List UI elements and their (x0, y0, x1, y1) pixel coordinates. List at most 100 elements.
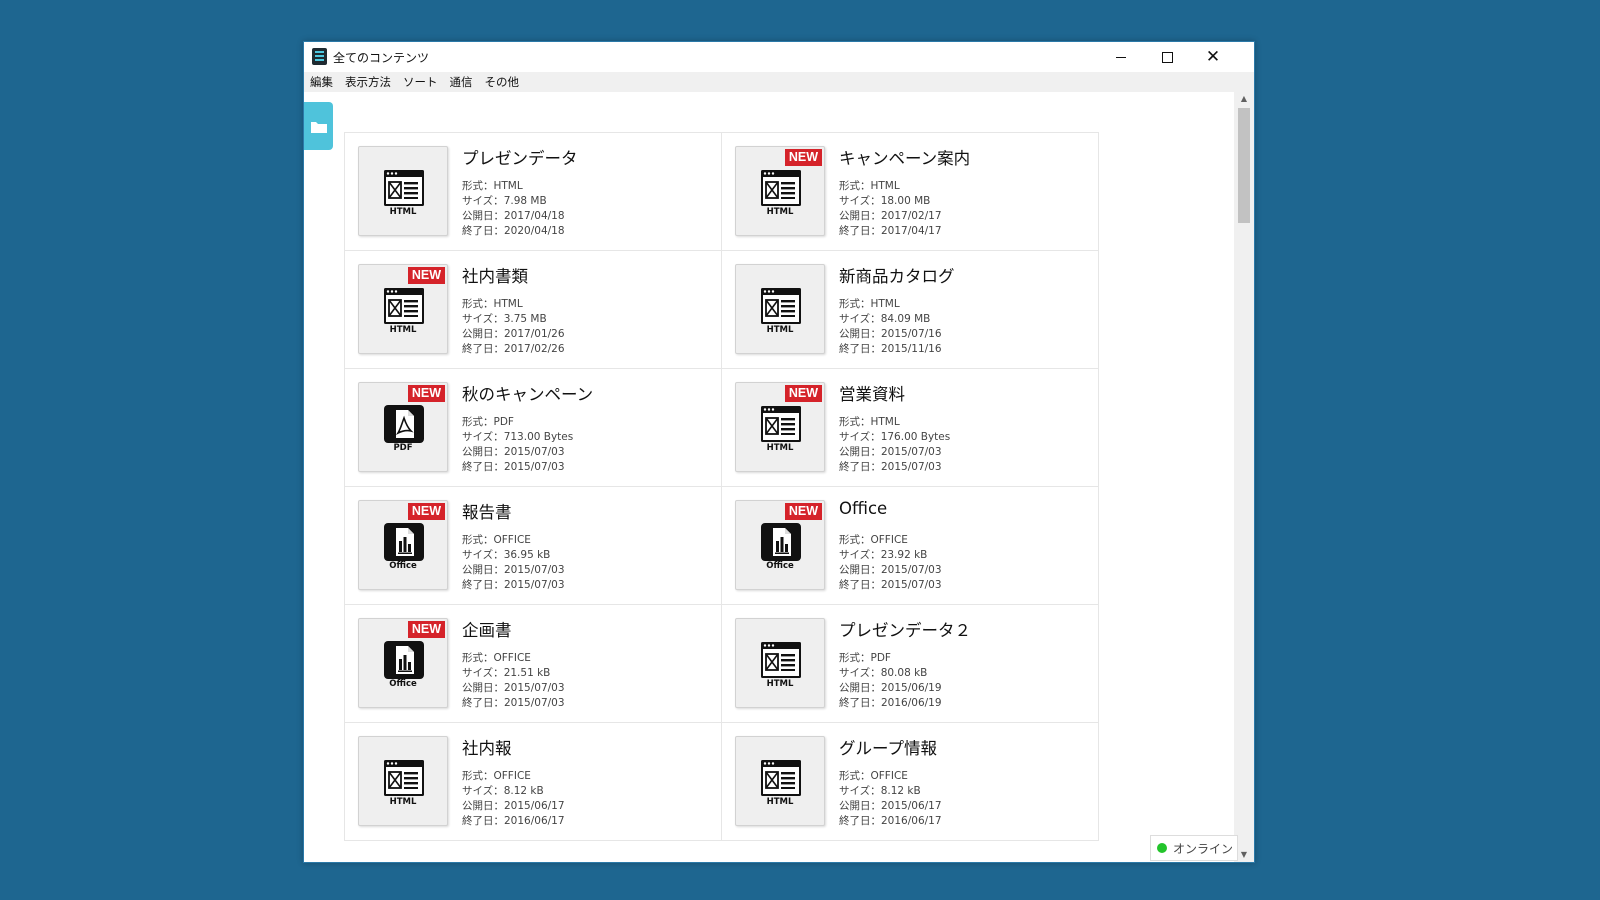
menu-bar: 編集 表示方法 ソート 通信 その他 (304, 72, 1254, 92)
content-thumbnail[interactable]: HTML NEW (735, 382, 825, 472)
published-label: 公開日： (839, 564, 881, 576)
file-type-label: HTML (389, 797, 417, 807)
new-badge: NEW (784, 149, 822, 166)
content-card-3[interactable]: HTML NEW 社内書類 形式：HTML サイズ：3.75 MB 公開日：20… (345, 251, 722, 369)
connection-status: オンライン (1150, 835, 1238, 861)
content-size: サイズ：8.12 kB (462, 783, 544, 798)
content-published-date: 公開日：2015/06/19 (839, 680, 942, 695)
content-card-11[interactable]: HTML 社内報 形式：OFFICE サイズ：8.12 kB 公開日：2015/… (345, 723, 722, 841)
size-label: サイズ： (839, 549, 881, 561)
published-value: 2017/01/26 (504, 328, 565, 340)
file-type-label: PDF (393, 443, 413, 453)
content-format: 形式：OFFICE (839, 768, 908, 783)
size-value: 84.09 MB (880, 313, 931, 325)
content-format: 形式：HTML (839, 178, 900, 193)
menu-communication[interactable]: 通信 (450, 74, 473, 90)
published-label: 公開日： (462, 328, 504, 340)
content-end-date: 終了日：2020/04/18 (462, 223, 565, 238)
published-value: 2015/07/03 (504, 446, 565, 458)
content-published-date: 公開日：2015/06/17 (462, 798, 565, 813)
html-page-icon (760, 759, 802, 797)
content-card-10[interactable]: HTML プレゼンデータ２ 形式：PDF サイズ：80.08 kB 公開日：20… (722, 605, 1099, 723)
ended-value: 2015/07/03 (504, 579, 565, 591)
content-thumbnail[interactable]: HTML NEW (735, 146, 825, 236)
minimize-button[interactable] (1098, 42, 1144, 72)
format-value: HTML (493, 180, 523, 192)
published-value: 2015/06/19 (881, 682, 942, 694)
size-label: サイズ： (462, 667, 504, 679)
content-card-2[interactable]: HTML NEW キャンペーン案内 形式：HTML サイズ：18.00 MB 公… (722, 133, 1099, 251)
size-label: サイズ： (462, 549, 504, 561)
menu-view[interactable]: 表示方法 (345, 74, 391, 90)
content-thumbnail[interactable]: Office NEW (735, 500, 825, 590)
content-card-7[interactable]: Office NEW 報告書 形式：OFFICE サイズ：36.95 kB 公開… (345, 487, 722, 605)
content-title: キャンペーン案内 (839, 149, 971, 168)
office-file-icon (383, 641, 425, 679)
content-card-1[interactable]: HTML プレゼンデータ 形式：HTML サイズ：7.98 MB 公開日：201… (345, 133, 722, 251)
format-label: 形式： (462, 652, 494, 664)
content-size: サイズ：8.12 kB (839, 783, 921, 798)
size-value: 8.12 kB (503, 785, 544, 797)
content-end-date: 終了日：2015/07/03 (462, 577, 565, 592)
content-title: プレゼンデータ (462, 149, 578, 168)
format-label: 形式： (839, 298, 871, 310)
content-published-date: 公開日：2015/07/16 (839, 326, 942, 341)
content-thumbnail[interactable]: HTML (735, 264, 825, 354)
content-thumbnail[interactable]: HTML NEW (358, 264, 448, 354)
content-end-date: 終了日：2016/06/17 (839, 813, 942, 828)
content-card-12[interactable]: HTML グループ情報 形式：OFFICE サイズ：8.12 kB 公開日：20… (722, 723, 1099, 841)
size-label: サイズ： (839, 313, 881, 325)
close-icon: ✕ (1205, 46, 1221, 67)
file-type-label: HTML (766, 443, 794, 453)
content-thumbnail[interactable]: Office NEW (358, 500, 448, 590)
ended-label: 終了日： (839, 343, 881, 355)
folder-tab[interactable] (304, 102, 333, 150)
content-size: サイズ：80.08 kB (839, 665, 927, 680)
ended-value: 2015/07/03 (504, 461, 565, 473)
content-format: 形式：OFFICE (839, 532, 908, 547)
published-label: 公開日： (839, 328, 881, 340)
format-value: PDF (870, 652, 891, 664)
content-card-8[interactable]: Office NEW Office 形式：OFFICE サイズ：23.92 kB… (722, 487, 1099, 605)
content-thumbnail[interactable]: HTML (735, 736, 825, 826)
ended-value: 2017/02/26 (504, 343, 565, 355)
ended-label: 終了日： (839, 461, 881, 473)
format-value: OFFICE (493, 652, 531, 664)
published-label: 公開日： (462, 564, 504, 576)
content-published-date: 公開日：2015/07/03 (839, 444, 942, 459)
format-label: 形式： (462, 534, 494, 546)
app-window: 全てのコンテンツ ✕ 編集 表示方法 ソート 通信 その他 HTML プレゼンデ… (303, 41, 1255, 863)
content-thumbnail[interactable]: HTML (358, 736, 448, 826)
content-thumbnail[interactable]: HTML (735, 618, 825, 708)
published-label: 公開日： (462, 210, 504, 222)
content-card-9[interactable]: Office NEW 企画書 形式：OFFICE サイズ：21.51 kB 公開… (345, 605, 722, 723)
ended-value: 2015/07/03 (504, 697, 565, 709)
size-label: サイズ： (839, 431, 881, 443)
scroll-up-arrow-icon[interactable]: ▲ (1234, 92, 1254, 106)
content-card-5[interactable]: PDF NEW 秋のキャンペーン 形式：PDF サイズ：713.00 Bytes… (345, 369, 722, 487)
content-card-6[interactable]: HTML NEW 営業資料 形式：HTML サイズ：176.00 Bytes 公… (722, 369, 1099, 487)
format-label: 形式： (462, 298, 494, 310)
ended-value: 2017/04/17 (881, 225, 942, 237)
content-published-date: 公開日：2015/07/03 (462, 444, 565, 459)
title-bar[interactable]: 全てのコンテンツ ✕ (304, 42, 1254, 72)
vertical-scrollbar[interactable]: ▲ ▼ (1234, 92, 1254, 862)
menu-sort[interactable]: ソート (403, 74, 438, 90)
content-title: プレゼンデータ２ (839, 621, 971, 640)
size-value: 713.00 Bytes (503, 431, 574, 443)
content-size: サイズ：21.51 kB (462, 665, 550, 680)
menu-edit[interactable]: 編集 (310, 74, 333, 90)
format-value: HTML (493, 298, 523, 310)
content-thumbnail[interactable]: HTML (358, 146, 448, 236)
file-type-label: HTML (389, 325, 417, 335)
menu-other[interactable]: その他 (485, 74, 520, 90)
content-format: 形式：OFFICE (462, 650, 531, 665)
content-thumbnail[interactable]: Office NEW (358, 618, 448, 708)
close-button[interactable]: ✕ (1190, 42, 1236, 72)
content-card-4[interactable]: HTML 新商品カタログ 形式：HTML サイズ：84.09 MB 公開日：20… (722, 251, 1099, 369)
size-value: 23.92 kB (880, 549, 928, 561)
maximize-button[interactable] (1144, 42, 1190, 72)
content-thumbnail[interactable]: PDF NEW (358, 382, 448, 472)
scroll-thumb[interactable] (1238, 108, 1250, 223)
ended-label: 終了日： (839, 225, 881, 237)
